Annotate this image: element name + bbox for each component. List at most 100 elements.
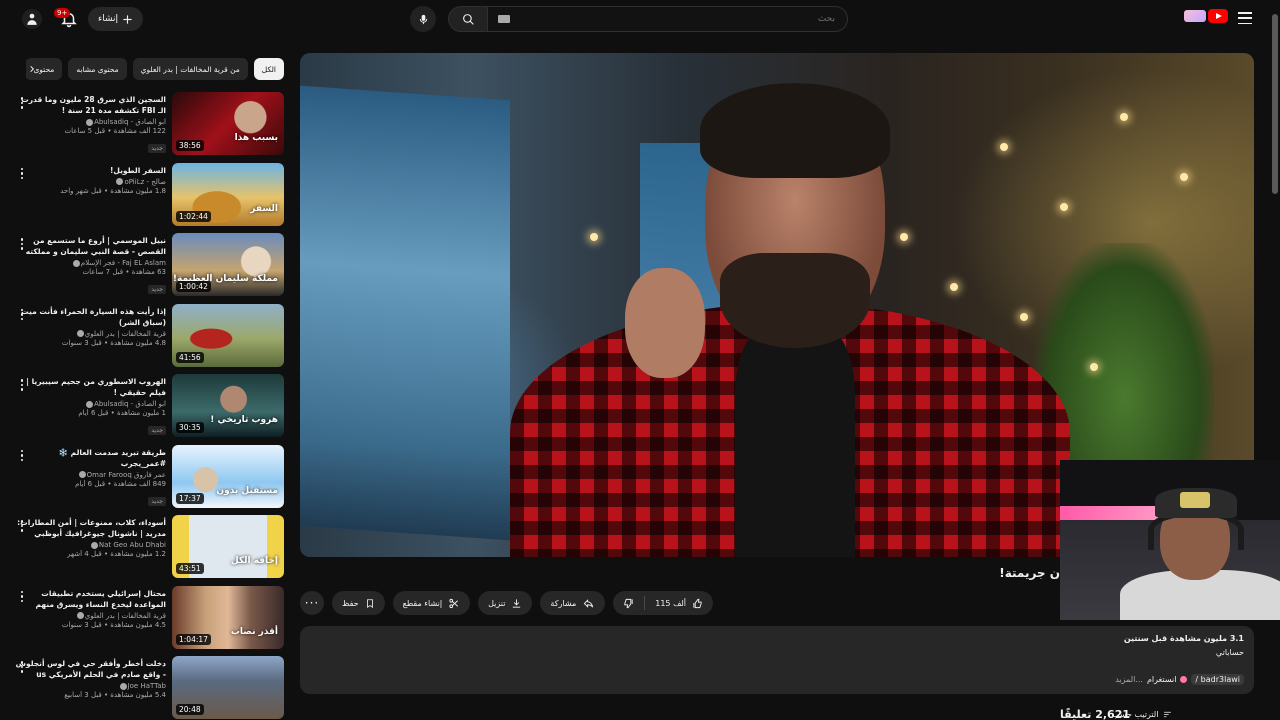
bokeh-light [1020,313,1028,321]
bokeh-light [1180,173,1188,181]
video-thumbnail[interactable]: إخافة الكل 43:51 [172,515,284,578]
channel-name[interactable]: ابو الصادق - Abulsadiq [14,400,166,408]
recommended-video[interactable]: إخافة الكل 43:51 أسوداء، كلاب، ممنوعات | أ… [14,515,284,586]
video-title[interactable]: إذا رأيت هذه السيارة الحمراء فأنت ميت (س… [14,306,166,328]
video-title[interactable]: محتال إسرائيلي يستخدم تطبيقات المواعدة ل… [14,588,166,610]
instagram-icon [1180,676,1188,683]
search-icon [462,13,474,25]
video-thumbnail[interactable]: مستقبل بدون 17:37 [172,444,284,508]
channel-name-text: ابو الصادق - Abulsadiq [94,400,166,408]
recommended-video[interactable]: 20:48 دخلت أخطر وأفقر حي في لوس أنجلوس - … [14,656,284,720]
recommended-video[interactable]: بسبب هذا 38:56 السجين الذي سرق 28 مليون وم… [14,92,284,163]
recommended-video[interactable]: مملكة سليمان العظيمة! 1:00:42 نبيل الموسمي… [14,233,284,304]
description-box[interactable]: 3.1 مليون مشاهدة قبل سنتين حساباتي badr3… [300,626,1254,694]
video-duration: 41:56 [176,351,204,363]
filter-chips: الكل من قرية المخالفات | بدر العلوي محتوى … [26,58,284,80]
menu-icon[interactable] [1238,12,1252,24]
keyboard-icon[interactable] [498,15,510,23]
video-thumbnail[interactable]: 41:56 [172,303,284,367]
save-button[interactable]: حفظ [332,591,385,615]
share-button[interactable]: مشاركة [540,591,606,615]
video-duration: 43:51 [176,563,204,574]
more-options-icon[interactable] [18,449,26,463]
create-button[interactable]: إنشاء [88,7,144,31]
video-meta: 4.8 مليون مشاهدة • قبل 3 سنوات [61,338,166,347]
more-options-icon[interactable] [18,167,26,181]
recommended-video[interactable]: السفر 1:02:44 السفر الطويل! صالح - oPiiLz 1.… [14,162,284,234]
recommended-video[interactable]: هروب تاريخي ! 30:35 الهروب الاسطوري من جحي… [14,374,284,445]
channel-name[interactable]: عمر فاروق Omar Farooq [14,471,166,479]
presenter-tshirt [735,323,855,557]
sort-label: الترتيب حسب [1112,710,1159,719]
bokeh-light [950,283,958,291]
channel-name[interactable]: قرية المخالفات | بدر العلوي [14,612,166,620]
recommendations-list: بسبب هذا 38:56 السجين الذي سرق 28 مليون وم… [14,92,284,720]
verified-icon [86,118,94,126]
filter-chip[interactable]: الكل [253,58,284,80]
video-title[interactable]: السفر الطويل! [14,165,166,176]
more-options-icon[interactable] [18,378,26,392]
instagram-label: انستغرام [1146,675,1177,684]
dislike-button[interactable] [613,591,644,615]
video-thumbnail[interactable]: هروب تاريخي ! 30:35 [172,374,284,437]
video-thumbnail[interactable]: مملكة سليمان العظيمة! 1:00:42 [172,233,284,296]
verified-icon [78,471,86,478]
thumbnail-caption: أقذر نصاب [230,626,278,637]
recommended-video[interactable]: مستقبل بدون 17:37 طريقة تبريد صدمت العالم … [14,444,284,516]
video-title[interactable]: أسوداء، كلاب، ممنوعات | أمن المطارات: مد… [14,517,166,539]
new-badge: جديد [148,496,166,506]
like-button[interactable]: 115 ألف [645,591,713,615]
search-bar [448,6,848,32]
video-title[interactable]: دخلت أخطر وأفقر حي في لوس أنجلوس - واقع … [14,658,166,680]
channel-name-text: Joe HaTTab [127,682,166,690]
download-icon [513,598,521,608]
channel-name-text: قرية المخالفات | بدر العلوي [84,611,166,620]
more-options-icon[interactable] [18,96,26,110]
chips-next-button[interactable] [24,61,40,77]
channel-name[interactable]: صالح - oPiiLz [14,178,166,186]
video-thumbnail[interactable]: 20:48 [172,656,284,719]
download-button[interactable]: تنزيل [478,591,533,615]
bookmark-icon [366,598,373,608]
video-title[interactable]: الهروب الاسطوري من جحيم سيبيريا | فيلم ح… [14,376,166,398]
more-options-icon[interactable] [18,519,26,533]
video-title[interactable]: طريقة تبريد صدمت العالم ❄️ #عمر_يجرب [14,447,166,469]
video-meta: 1 مليون مشاهدة • قبل 6 أيام [78,409,166,417]
account-avatar[interactable] [22,9,42,29]
filter-chip[interactable]: من قرية المخالفات | بدر العلوي [132,58,248,80]
search-input[interactable] [488,6,848,32]
recommended-video[interactable]: أقذر نصاب 1:04:17 محتال إسرائيلي يستخدم تط… [14,585,284,657]
search-button[interactable] [448,6,488,32]
video-title[interactable]: السجين الذي سرق 28 مليون وما قدرت الـ FB… [14,94,166,116]
recommended-video[interactable]: 41:56 إذا رأيت هذه السيارة الحمراء فأنت م… [14,303,284,375]
voice-search-button[interactable] [410,6,436,32]
more-options-icon[interactable] [18,237,26,251]
page-scrollbar[interactable] [1272,14,1278,194]
video-meta: 5.4 مليون مشاهدة • قبل 3 أسابيع [64,691,166,699]
channel-name[interactable]: ابو الصادق - Abulsadiq [14,118,166,126]
channel-name[interactable]: قرية المخالفات | بدر العلوي [14,330,166,338]
more-actions-button[interactable]: ··· [300,591,324,615]
verified-icon [76,330,84,337]
video-actions: ··· حفظ إنشاء مقطع تنزيل مشاركة 115 ألف [300,591,714,615]
verified-icon [116,178,124,185]
more-options-icon[interactable] [18,590,26,604]
video-thumbnail[interactable]: السفر 1:02:44 [172,162,284,226]
show-more-link[interactable]: ...المزيد [1115,675,1143,684]
more-options-icon[interactable] [18,660,26,674]
channel-name[interactable]: Joe HaTTab [14,682,166,690]
more-options-icon[interactable] [18,308,26,322]
video-thumbnail[interactable]: أقذر نصاب 1:04:17 [172,585,284,649]
youtube-logo[interactable] [1184,9,1228,23]
handle-link[interactable]: badr3lawi / [1191,674,1244,685]
sort-comments-button[interactable]: الترتيب حسب [1112,710,1173,719]
video-thumbnail[interactable]: بسبب هذا 38:56 [172,92,284,155]
filter-chip[interactable]: محتوى مشابه [68,58,127,80]
video-title[interactable]: نبيل الموسمي | أروع ما ستسمع من القصص - … [14,235,166,257]
thumbnail-caption: هروب تاريخي ! [210,415,278,425]
channel-name[interactable]: Nat Geo Abu Dhabi [14,541,166,549]
channel-name[interactable]: Faj EL Aslam - فجر الإسلام [14,259,166,267]
clip-button[interactable]: إنشاء مقطع [392,591,471,615]
more-horizontal-icon: ··· [304,596,320,610]
thumbnail-caption: بسبب هذا [234,133,278,143]
